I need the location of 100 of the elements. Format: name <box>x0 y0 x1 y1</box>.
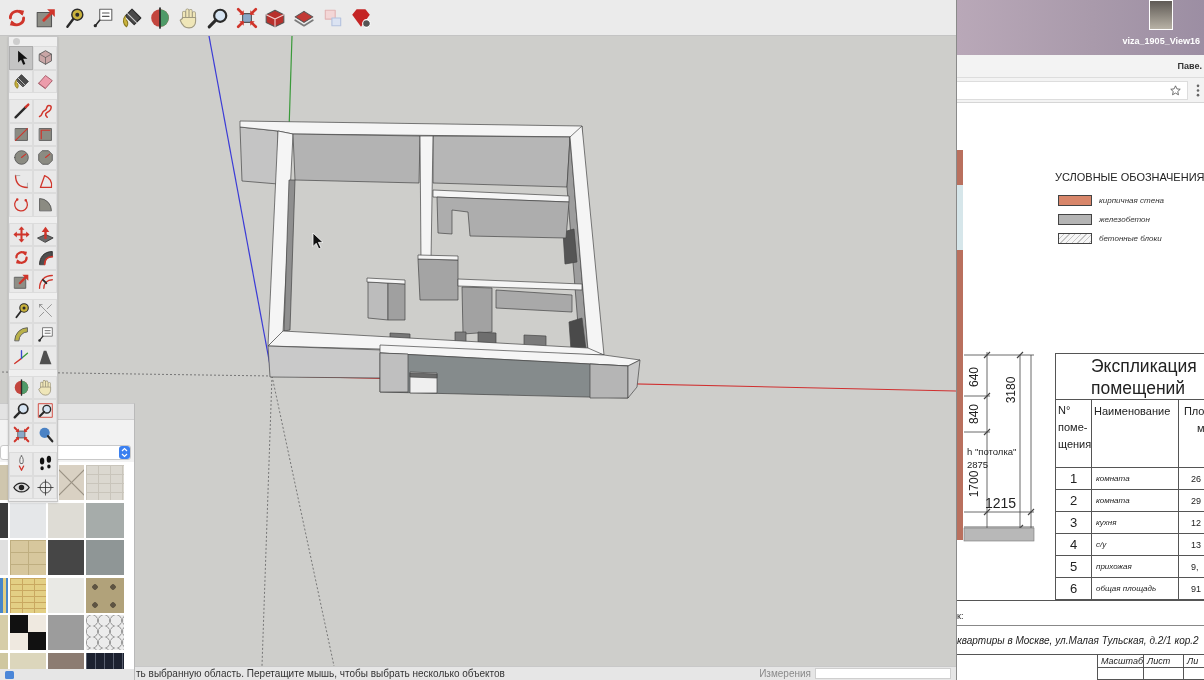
paint-bucket-icon <box>12 72 30 90</box>
tape-measure-icon <box>12 302 30 320</box>
axes-icon <box>12 349 30 367</box>
slab-drawing <box>963 527 1035 542</box>
material-swatch[interactable] <box>0 465 8 500</box>
tool-button[interactable] <box>33 246 57 270</box>
title-block-cell <box>1143 668 1183 680</box>
table-cell: 1 <box>1055 467 1092 490</box>
pointer-icon <box>312 232 324 250</box>
disc-icon <box>12 378 30 396</box>
material-swatch[interactable] <box>86 540 124 575</box>
material-swatch[interactable] <box>48 615 84 650</box>
gem-icon[interactable] <box>350 6 373 29</box>
material-swatch[interactable] <box>48 502 84 538</box>
rectangle-icon <box>36 125 54 143</box>
table-cell: комната <box>1091 489 1179 512</box>
title-block-cell: Ли <box>1183 655 1204 668</box>
star-icon[interactable] <box>1170 84 1181 96</box>
table-cell: 6 <box>1055 577 1092 600</box>
hand-icon <box>36 378 54 396</box>
table-cell: общая площадь <box>1091 577 1179 600</box>
tool-button[interactable] <box>9 99 33 123</box>
table-cell: 5 <box>1055 555 1092 578</box>
tool-button[interactable] <box>9 46 33 70</box>
dimension-label: 840 <box>967 404 982 424</box>
paint-bucket-icon[interactable] <box>120 6 143 29</box>
address-text: квартиры в Москве, ул.Малая Тульская, д.2/1 кор.2 <box>957 634 1199 646</box>
tool-button[interactable] <box>9 299 33 323</box>
panel-icon[interactable] <box>5 670 14 679</box>
legend-label: бетонные блоки <box>1099 234 1162 243</box>
user-name[interactable]: Паве. <box>1177 61 1204 71</box>
measurements-label: Измерения <box>759 667 811 680</box>
tool-button[interactable] <box>9 375 33 399</box>
stepper-icon <box>119 446 130 459</box>
material-swatch[interactable] <box>10 502 46 538</box>
dimension-icon <box>36 302 54 320</box>
disc-icon[interactable] <box>149 6 172 29</box>
ceiling-height-value: 2875 <box>967 459 989 470</box>
material-swatch[interactable] <box>86 502 124 538</box>
material-swatch[interactable] <box>0 615 8 650</box>
pencil-icon <box>12 102 30 120</box>
material-swatch[interactable] <box>48 540 84 575</box>
zoom-window-icon <box>36 402 54 420</box>
material-swatch[interactable] <box>86 577 124 613</box>
scale-icon[interactable] <box>34 6 57 29</box>
tool-button[interactable] <box>33 399 57 423</box>
tool-button[interactable] <box>33 475 57 499</box>
material-swatch[interactable] <box>59 465 84 500</box>
tool-button[interactable] <box>33 452 57 476</box>
arc-icon <box>12 196 30 214</box>
table-cell: прихожая <box>1091 555 1179 578</box>
table-cell: 3 <box>1055 511 1092 534</box>
material-swatch[interactable] <box>48 577 84 613</box>
dimension-label: 1700 <box>967 470 982 498</box>
material-swatch[interactable] <box>86 465 124 500</box>
title-block-cell <box>1183 668 1204 680</box>
tape-measure-icon[interactable] <box>63 6 86 29</box>
text-label-icon[interactable] <box>92 6 115 29</box>
dimension-label: 3180 <box>1004 376 1019 404</box>
tool-button[interactable] <box>33 422 57 446</box>
material-swatch[interactable] <box>10 577 46 613</box>
measurements-field[interactable] <box>815 668 951 679</box>
material-swatch[interactable] <box>0 502 8 538</box>
address-field[interactable] <box>957 80 1188 100</box>
legend-title: УСЛОВНЫЕ ОБОЗНАЧЕНИЯ <box>1055 170 1204 184</box>
four-arrows-icon <box>12 225 30 243</box>
table-cell: 2 <box>1055 489 1092 512</box>
tool-button[interactable] <box>33 222 57 246</box>
title-block-cell: Масштаб <box>1097 655 1143 668</box>
material-swatch[interactable] <box>10 540 46 575</box>
eraser-icon <box>36 72 54 90</box>
material-swatch[interactable] <box>10 615 46 650</box>
material-swatch[interactable] <box>86 615 124 650</box>
material-swatch[interactable] <box>48 652 84 669</box>
circular-arrows-icon <box>12 249 30 267</box>
material-swatch[interactable] <box>0 652 8 669</box>
tool-button[interactable] <box>33 346 57 370</box>
legend-label: кирпичная стена <box>1099 196 1164 205</box>
follow-me-icon <box>36 249 54 267</box>
table-cell: комната <box>1091 467 1179 490</box>
arc-icon <box>12 172 30 190</box>
tool-button[interactable] <box>9 69 33 93</box>
wedge-icon <box>36 196 54 214</box>
material-swatch[interactable] <box>0 540 8 575</box>
magnifier-icon[interactable] <box>206 6 229 29</box>
inward-arrows-icon <box>12 425 30 443</box>
menu-icon[interactable] <box>1196 83 1200 97</box>
material-swatch[interactable] <box>86 652 124 669</box>
photo-placeholder[interactable] <box>1149 0 1174 30</box>
table-title: Экспликация помещений <box>1055 353 1204 400</box>
tool-button[interactable] <box>9 475 33 499</box>
material-swatch[interactable] <box>0 577 8 613</box>
tool-button[interactable] <box>9 399 33 423</box>
material-swatch[interactable] <box>10 652 46 669</box>
inward-arrows-icon[interactable] <box>235 6 258 29</box>
protractor-icon <box>12 325 30 343</box>
push-pull-icon <box>36 225 54 243</box>
title-block-cell: Лист <box>1143 655 1183 668</box>
dimension-label: 640 <box>967 367 982 387</box>
table-cell: 4 <box>1055 533 1092 556</box>
